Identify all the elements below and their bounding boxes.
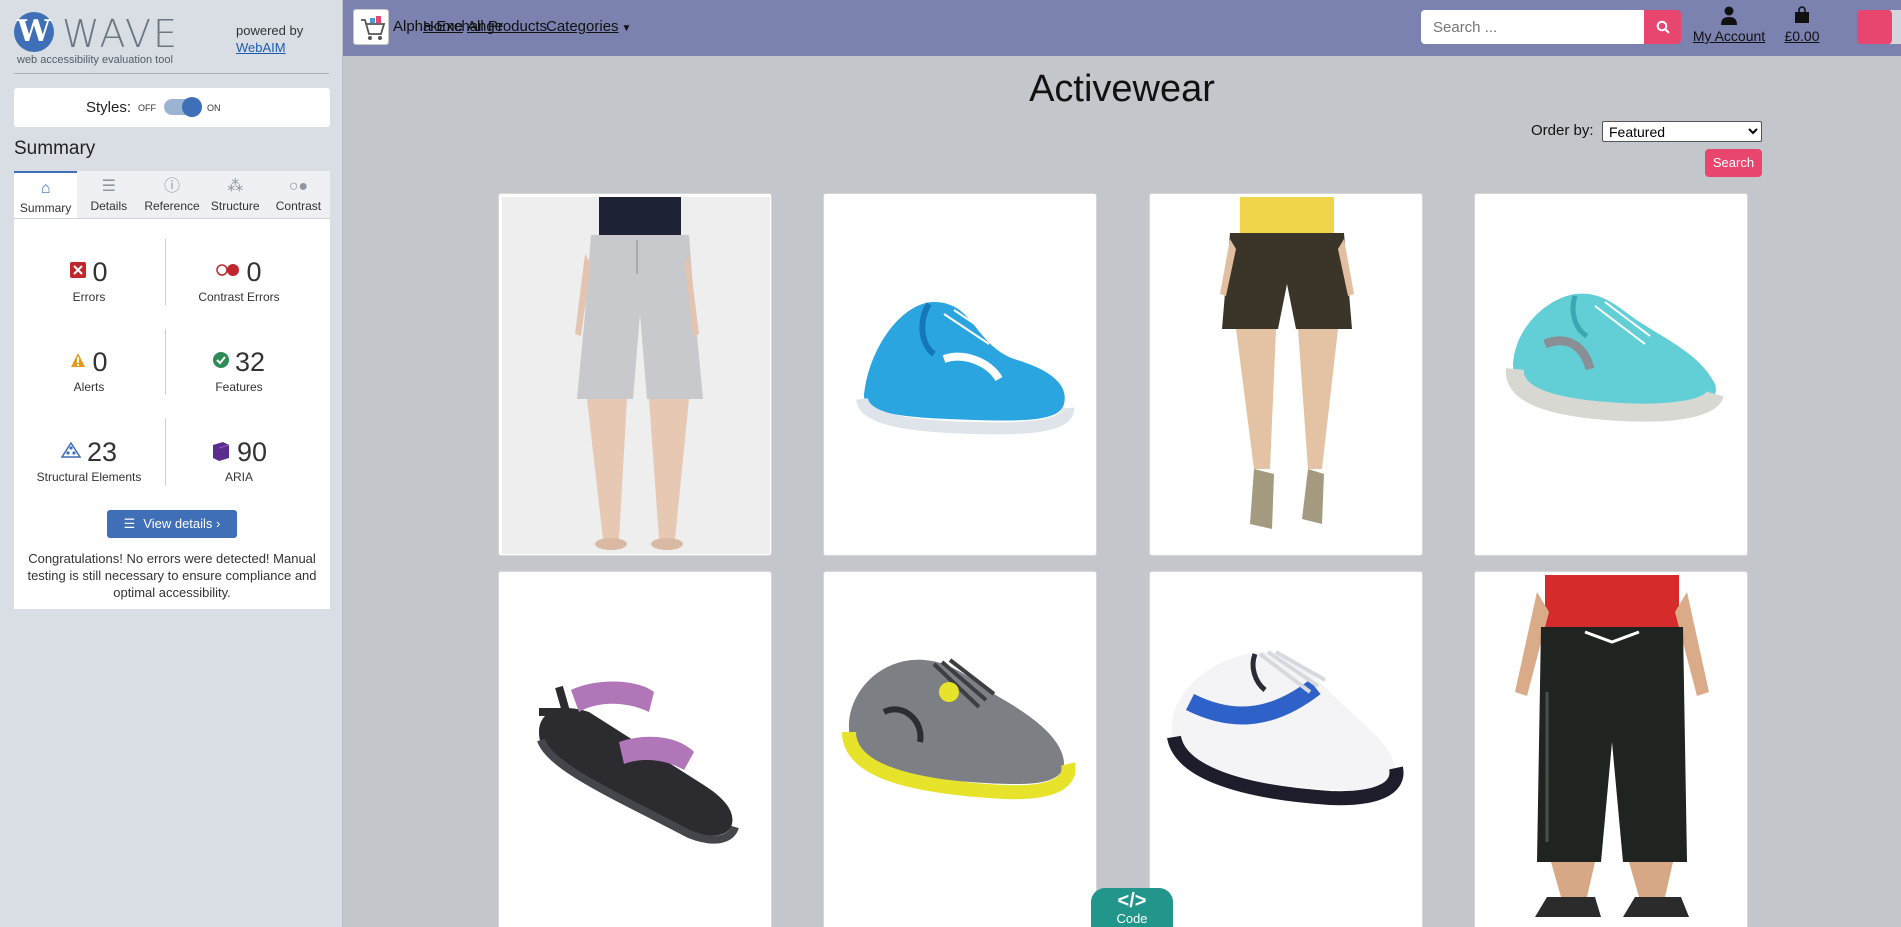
error-icon xyxy=(70,262,87,278)
nav-categories-dropdown[interactable]: Categories ▼ xyxy=(546,18,631,35)
tab-structure[interactable]: ⁂ Structure xyxy=(204,171,267,218)
summary-panel: 0 Errors 0 Contrast Errors 0 Alerts 32 F… xyxy=(14,219,330,609)
product-image xyxy=(856,302,1074,435)
errors-count: 0 xyxy=(92,257,108,287)
product-image xyxy=(1167,650,1404,806)
view-details-label: View details › xyxy=(143,516,221,531)
contrast-errors-count: 0 xyxy=(246,257,262,287)
code-icon: </> xyxy=(1117,890,1147,912)
alert-icon xyxy=(71,353,86,367)
cart-total: £0.00 xyxy=(1784,28,1820,44)
code-label: Code xyxy=(1116,911,1148,926)
nav-home-link[interactable]: Home xyxy=(423,18,463,35)
wave-header: W WAVE web accessibility evaluation tool… xyxy=(14,8,329,74)
shopping-bag-icon xyxy=(1775,6,1829,28)
webaim-link[interactable]: WebAIM xyxy=(236,40,286,55)
my-account-link[interactable]: My Account xyxy=(1685,6,1773,44)
features-label: Features xyxy=(215,380,263,394)
product-card-black-capri-pants[interactable] xyxy=(1474,571,1748,927)
page-title: Activewear xyxy=(1029,68,1215,110)
alerts-label: Alerts xyxy=(73,380,105,394)
tab-label: Summary xyxy=(19,201,72,215)
product-image xyxy=(1515,575,1709,917)
tab-label: Details xyxy=(90,199,128,213)
list-icon: ☰ xyxy=(101,178,116,195)
contrast-errors-stat: 0 Contrast Errors xyxy=(164,257,314,304)
tab-details[interactable]: ☰ Details xyxy=(77,171,140,218)
contrast-error-icon xyxy=(216,264,240,276)
view-details-button[interactable]: ☰ View details › xyxy=(107,510,237,538)
product-image xyxy=(537,681,739,844)
structural-count: 23 xyxy=(86,437,118,467)
apply-order-button[interactable]: Search xyxy=(1705,149,1762,177)
wave-logo-icon: W xyxy=(14,12,54,52)
search-button[interactable] xyxy=(1644,10,1681,44)
structural-stat: 23 Structural Elements xyxy=(14,437,164,484)
wave-tagline: web accessibility evaluation tool xyxy=(17,54,173,66)
list-icon: ☰ xyxy=(123,516,136,531)
contrast-icon: ○● xyxy=(288,178,309,195)
styles-toggle-box: Styles: OFF ON xyxy=(14,88,330,127)
order-by-label: Order by: xyxy=(1531,122,1594,139)
my-account-label: My Account xyxy=(1692,28,1766,44)
congrats-message: Congratulations! No errors were detected… xyxy=(27,551,317,600)
tab-reference[interactable]: ⓘ Reference xyxy=(140,171,203,218)
home-icon: ⌂ xyxy=(40,180,51,197)
user-icon xyxy=(1685,6,1773,28)
structure-icon xyxy=(60,442,81,458)
categories-label: Categories xyxy=(546,18,619,35)
feature-icon xyxy=(212,352,229,368)
product-image xyxy=(1220,197,1354,529)
aria-stat: 90 ARIA xyxy=(164,437,314,484)
top-navbar: Alpha-Exchange Home All Products Categor… xyxy=(343,0,1901,56)
code-view-tab[interactable]: </> Code xyxy=(1091,888,1173,927)
cart-logo-icon[interactable] xyxy=(353,9,389,45)
structural-label: Structural Elements xyxy=(36,470,142,484)
powered-by-label: powered by xyxy=(236,23,304,38)
structure-icon: ⁂ xyxy=(227,178,244,195)
cart-link[interactable]: £0.00 xyxy=(1775,6,1829,44)
aria-count: 90 xyxy=(236,437,268,467)
wave-sidebar: W WAVE web accessibility evaluation tool… xyxy=(0,0,343,927)
wave-logo-text: WAVE xyxy=(62,12,180,56)
info-icon: ⓘ xyxy=(164,178,181,195)
errors-label: Errors xyxy=(72,290,106,304)
product-card-grey-yellow-shoe[interactable] xyxy=(823,571,1097,927)
product-card-teal-running-shoe[interactable] xyxy=(1474,193,1748,556)
caret-down-icon: ▼ xyxy=(621,23,632,34)
search-icon xyxy=(1656,20,1670,34)
product-image xyxy=(502,197,770,554)
tab-contrast[interactable]: ○● Contrast xyxy=(267,171,330,218)
alerts-count: 0 xyxy=(92,347,108,377)
tab-label: Structure xyxy=(210,199,260,213)
order-by-select[interactable]: Featured xyxy=(1602,121,1762,142)
product-image xyxy=(842,658,1076,800)
product-card-purple-sandal[interactable] xyxy=(498,571,772,927)
styles-off-label: OFF xyxy=(138,103,156,113)
nav-all-products-link[interactable]: All Products xyxy=(467,18,547,35)
toggle-knob xyxy=(182,97,202,117)
tab-summary[interactable]: ⌂ Summary xyxy=(14,171,78,218)
styles-toggle[interactable] xyxy=(164,97,202,117)
wave-tabs: ⌂ Summary ☰ Details ⓘ Reference ⁂ Struct… xyxy=(14,171,330,219)
alerts-stat: 0 Alerts xyxy=(14,347,164,394)
aria-icon xyxy=(212,442,230,461)
product-card-white-blue-shoe[interactable] xyxy=(1149,571,1423,927)
contrast-errors-label: Contrast Errors xyxy=(198,290,280,304)
styles-on-label: ON xyxy=(207,103,221,113)
product-card-brown-shorts[interactable] xyxy=(1149,193,1423,556)
theme-toggle-button[interactable] xyxy=(1857,10,1892,44)
search-input[interactable] xyxy=(1421,10,1645,44)
product-image xyxy=(1505,293,1724,422)
errors-stat: 0 Errors xyxy=(14,257,164,304)
tab-label: Reference xyxy=(144,199,200,213)
features-count: 32 xyxy=(234,347,266,377)
styles-label: Styles: xyxy=(86,99,132,116)
features-stat: 32 Features xyxy=(164,347,314,394)
product-card-grey-shorts[interactable] xyxy=(498,193,772,556)
aria-label: ARIA xyxy=(224,470,253,484)
product-card-blue-running-shoe[interactable] xyxy=(823,193,1097,556)
summary-heading: Summary xyxy=(14,138,96,159)
tab-label: Contrast xyxy=(275,199,322,213)
